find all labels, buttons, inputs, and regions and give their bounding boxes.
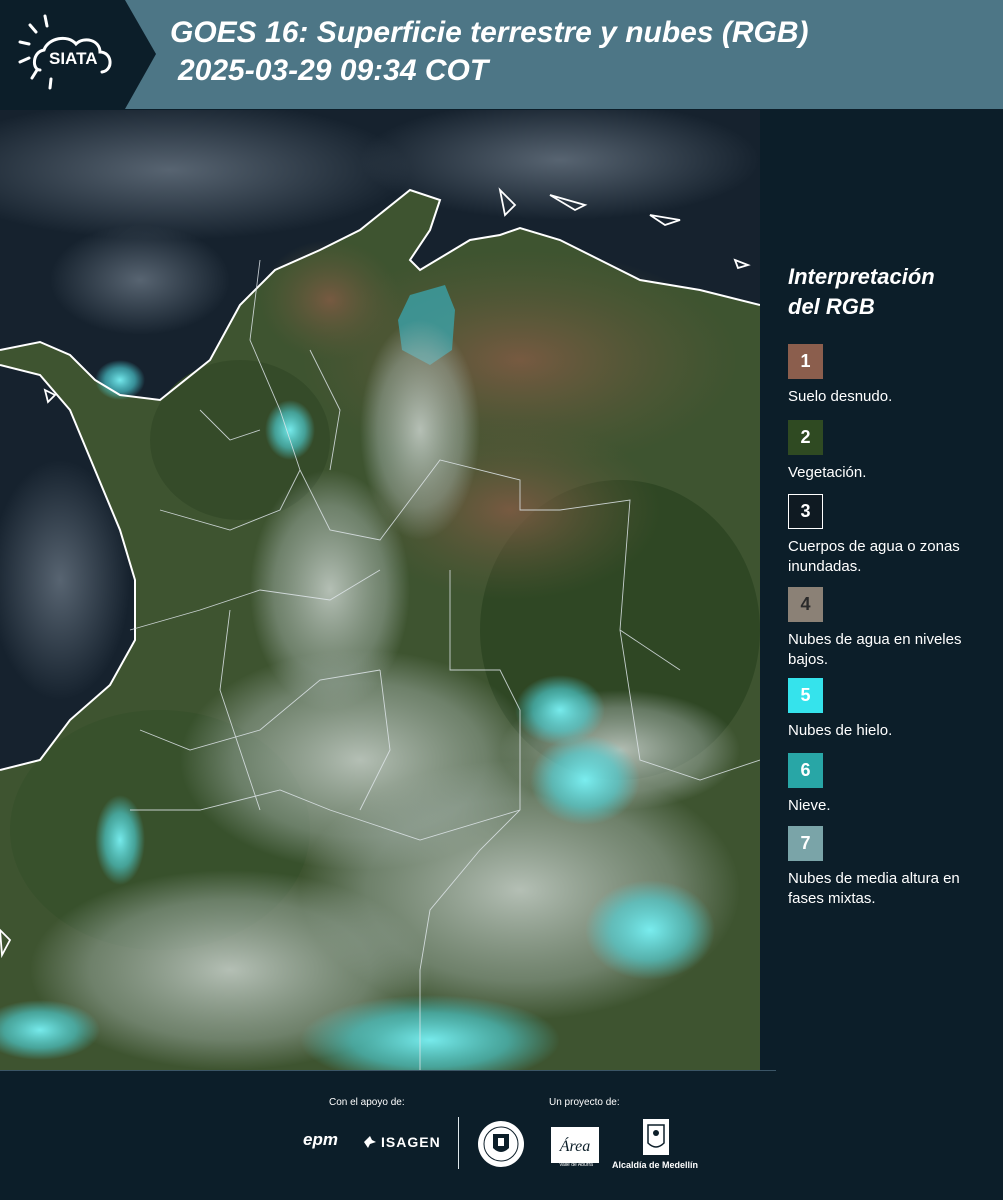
alcaldia-text: Alcaldía de Medellín	[612, 1160, 699, 1170]
legend-item-5: 5 Nubes de hielo.	[788, 678, 998, 741]
satellite-image	[0, 110, 760, 1070]
legend-swatch-1: 1	[788, 344, 823, 379]
alcaldia-shield-icon	[643, 1119, 669, 1155]
legend-label-4: Nubes de agua en niveles bajos.	[788, 631, 962, 668]
legend-title-line2: del RGB	[788, 294, 875, 319]
header: SIATA GOES 16: Superficie terrestre y nu…	[0, 0, 1003, 109]
legend-label-5: Nubes de hielo.	[788, 722, 893, 739]
legend-label-7: Nubes de media altura en fases mixtas.	[788, 870, 960, 907]
title-product: GOES 16: Superficie terrestre y nubes (R…	[170, 16, 809, 49]
legend-swatch-6: 6	[788, 753, 823, 788]
medellin-seal-icon	[478, 1121, 524, 1167]
support-label: Con el apoyo de:	[329, 1097, 405, 1108]
legend-item-2: 2 Vegetación.	[788, 420, 998, 483]
area-name: Área	[559, 1136, 591, 1155]
project-label: Un proyecto de:	[549, 1097, 620, 1108]
legend-swatch-2: 2	[788, 420, 823, 455]
legend-title: Interpretación del RGB	[788, 262, 935, 322]
legend-swatch-3: 3	[788, 494, 823, 529]
legend-panel: Interpretación del RGB 1 Suelo desnudo. …	[776, 110, 1003, 1070]
legend-swatch-5: 5	[788, 678, 823, 713]
area-subtitle: METROPOLITANA Valle de Aburrá	[554, 1156, 598, 1168]
legend-title-line1: Interpretación	[788, 264, 935, 289]
legend-label-1: Suelo desnudo.	[788, 388, 893, 405]
footer: Con el apoyo de: Un proyecto de: epm ISA…	[0, 1070, 1003, 1200]
legend-item-7: 7 Nubes de media altura en fases mixtas.	[788, 826, 998, 909]
legend-swatch-7: 7	[788, 826, 823, 861]
legend-item-6: 6 Nieve.	[788, 753, 998, 816]
title-datetime: 2025-03-29 09:34 COT	[178, 54, 489, 87]
legend-label-6: Nieve.	[788, 797, 831, 814]
isagen-text: ISAGEN	[381, 1134, 441, 1150]
legend-label-3: Cuerpos de agua o zonas inundadas.	[788, 538, 960, 575]
legend-item-1: 1 Suelo desnudo.	[788, 344, 998, 407]
epm-logo: epm	[303, 1130, 338, 1149]
legend-item-3: 3 Cuerpos de agua o zonas inundadas.	[788, 494, 998, 577]
footer-divider	[458, 1117, 459, 1169]
legend-swatch-4: 4	[788, 587, 823, 622]
legend-item-4: 4 Nubes de agua en niveles bajos.	[788, 587, 998, 670]
isagen-icon	[364, 1136, 376, 1148]
satellite-map	[0, 110, 760, 1070]
siata-logo: SIATA	[0, 0, 156, 109]
isagen-logo: ISAGEN	[362, 1130, 441, 1154]
legend-label-2: Vegetación.	[788, 464, 867, 481]
siata-logo-text: SIATA	[49, 49, 97, 68]
footer-rule	[0, 1070, 776, 1071]
page-title: GOES 16: Superficie terrestre y nubes (R…	[170, 14, 809, 90]
